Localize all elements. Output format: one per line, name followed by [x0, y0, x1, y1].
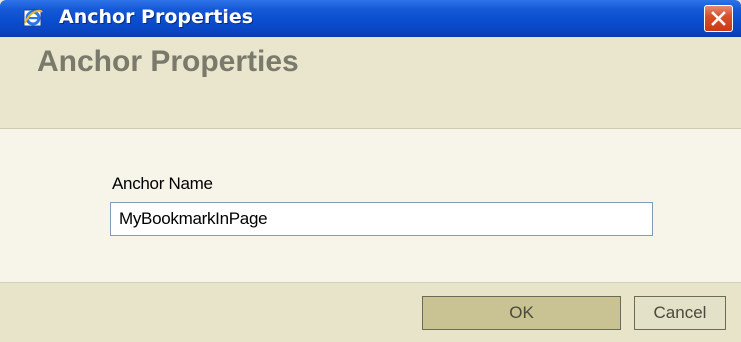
dialog-footer — [0, 282, 741, 342]
ok-button[interactable]: OK — [422, 296, 621, 330]
anchor-name-label: Anchor Name — [112, 174, 213, 193]
title-bar[interactable]: Anchor Properties — [0, 0, 741, 37]
dialog-window: Anchor Properties Anchor Properties Anch… — [0, 0, 741, 342]
window-title: Anchor Properties — [59, 6, 254, 28]
anchor-name-input[interactable] — [110, 202, 653, 236]
internet-explorer-icon — [22, 7, 44, 29]
cancel-button[interactable]: Cancel — [634, 296, 726, 330]
close-icon — [711, 11, 726, 26]
page-title: Anchor Properties — [37, 45, 299, 78]
close-button[interactable] — [704, 5, 733, 32]
